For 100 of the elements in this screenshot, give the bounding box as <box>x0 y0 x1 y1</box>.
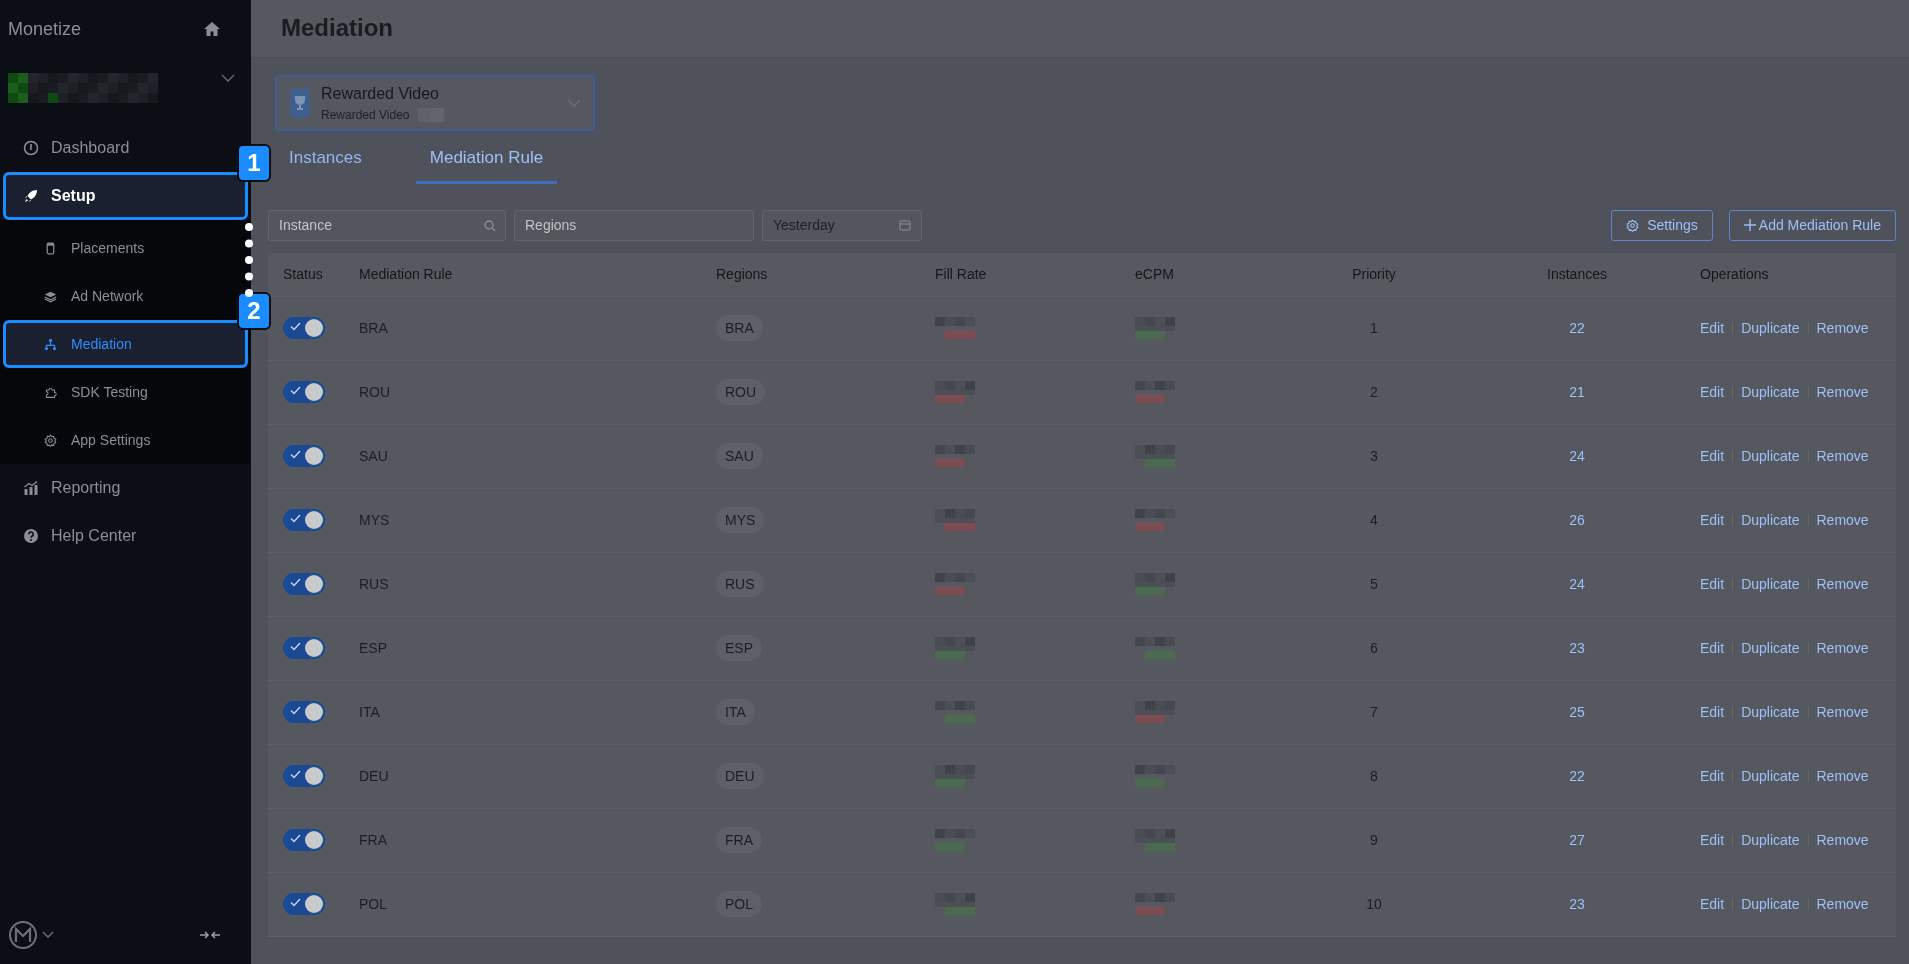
edit-link[interactable]: Edit <box>1700 765 1725 787</box>
edit-link[interactable]: Edit <box>1700 637 1725 659</box>
instances-link[interactable]: 22 <box>1569 319 1585 336</box>
sidebar-item[interactable]: Reporting <box>3 467 141 509</box>
remove-link[interactable]: Remove <box>1816 445 1869 467</box>
duplicate-link[interactable]: Duplicate <box>1741 573 1800 595</box>
region-tag: ITA <box>716 698 755 725</box>
toggle-switch[interactable] <box>283 893 325 915</box>
remove-link[interactable]: Remove <box>1816 765 1869 787</box>
sidebar-item[interactable]: Ad Network <box>3 275 164 317</box>
duplicate-link[interactable]: Duplicate <box>1741 445 1800 467</box>
plus-icon <box>1743 219 1756 231</box>
column-header: Mediation Rule <box>359 264 454 284</box>
instances-link[interactable]: 21 <box>1569 383 1585 400</box>
layers-icon <box>44 289 57 303</box>
duplicate-link[interactable]: Duplicate <box>1741 381 1800 403</box>
duplicate-link[interactable]: Duplicate <box>1741 765 1800 787</box>
tab[interactable]: Instances <box>275 139 376 184</box>
select-field[interactable]: Regions <box>514 209 754 241</box>
settings-button[interactable]: Settings <box>1611 209 1713 241</box>
duplicate-link[interactable]: Duplicate <box>1741 701 1800 723</box>
toggle-switch[interactable] <box>283 829 325 851</box>
home-icon[interactable] <box>203 20 221 38</box>
toggle-switch[interactable] <box>283 509 325 531</box>
check-icon <box>290 322 301 331</box>
collapse-icon[interactable] <box>199 929 221 941</box>
duplicate-link[interactable]: Duplicate <box>1741 893 1800 915</box>
column-header: Instances <box>1546 264 1608 284</box>
page-title: Mediation <box>281 14 393 43</box>
search-icon <box>484 219 496 232</box>
check-icon <box>290 578 301 587</box>
chevron-down-icon[interactable] <box>221 73 235 83</box>
edit-link[interactable]: Edit <box>1700 317 1725 339</box>
remove-link[interactable]: Remove <box>1816 893 1869 915</box>
hierarchy-icon <box>44 337 57 351</box>
add-rule-button[interactable]: Add Mediation Rule <box>1728 209 1896 241</box>
edit-link[interactable]: Edit <box>1700 829 1725 851</box>
callout-badge: 1 <box>237 144 271 182</box>
sidebar-item[interactable]: Help Center <box>3 515 157 557</box>
sidebar-item[interactable]: Mediation <box>3 320 248 368</box>
duplicate-link[interactable]: Duplicate <box>1741 637 1800 659</box>
sidebar-item[interactable]: Dashboard <box>3 127 150 169</box>
toggle-switch[interactable] <box>283 765 325 787</box>
instances-link[interactable]: 24 <box>1569 575 1585 592</box>
column-header: Fill Rate <box>935 264 988 284</box>
sidebar-item[interactable]: Placements <box>3 227 165 269</box>
toggle-switch[interactable] <box>283 701 325 723</box>
settings-icon <box>44 433 57 447</box>
edit-link[interactable]: Edit <box>1700 381 1725 403</box>
instances-link[interactable]: 23 <box>1569 639 1585 656</box>
toggle-switch[interactable] <box>283 381 325 403</box>
edit-link[interactable]: Edit <box>1700 445 1725 467</box>
instances-link[interactable]: 23 <box>1569 895 1585 912</box>
info-icon <box>23 140 39 156</box>
placement-subtitle: Rewarded Video <box>321 107 410 124</box>
table-cell-text: 8 <box>1369 766 1379 786</box>
table-cell-text: 1 <box>1369 318 1379 338</box>
region-tag: MYS <box>716 506 765 533</box>
puzzle-icon <box>44 385 57 399</box>
instances-link[interactable]: 24 <box>1569 447 1585 464</box>
remove-link[interactable]: Remove <box>1816 509 1869 531</box>
table-cell-text: SAU <box>359 446 389 466</box>
table-cell-text: DEU <box>359 766 390 786</box>
table-cell-text: 4 <box>1369 510 1379 530</box>
edit-link[interactable]: Edit <box>1700 893 1725 915</box>
duplicate-link[interactable]: Duplicate <box>1741 317 1800 339</box>
logo-icon[interactable] <box>8 920 38 950</box>
sidebar-item[interactable]: SDK Testing <box>3 371 168 413</box>
region-tag: FRA <box>716 826 762 853</box>
instances-link[interactable]: 22 <box>1569 767 1585 784</box>
toggle-switch[interactable] <box>283 317 325 339</box>
instances-link[interactable]: 26 <box>1569 511 1585 528</box>
instances-link[interactable]: 25 <box>1569 703 1585 720</box>
remove-link[interactable]: Remove <box>1816 317 1869 339</box>
remove-link[interactable]: Remove <box>1816 573 1869 595</box>
chart-icon <box>23 480 39 496</box>
search-field[interactable]: Instance <box>268 209 506 241</box>
settings-icon <box>1626 218 1640 232</box>
edit-link[interactable]: Edit <box>1700 701 1725 723</box>
remove-link[interactable]: Remove <box>1816 381 1869 403</box>
remove-link[interactable]: Remove <box>1816 829 1869 851</box>
edit-link[interactable]: Edit <box>1700 509 1725 531</box>
callout-badge: 2 <box>237 292 271 330</box>
toggle-switch[interactable] <box>283 445 325 467</box>
remove-link[interactable]: Remove <box>1816 637 1869 659</box>
phone-icon <box>44 241 57 255</box>
chevron-down-icon[interactable] <box>42 931 54 939</box>
remove-link[interactable]: Remove <box>1816 701 1869 723</box>
toggle-switch[interactable] <box>283 637 325 659</box>
placement-select[interactable]: Rewarded Video Rewarded Video <box>275 75 595 131</box>
sidebar-item[interactable]: Setup <box>3 172 248 220</box>
duplicate-link[interactable]: Duplicate <box>1741 509 1800 531</box>
edit-link[interactable]: Edit <box>1700 573 1725 595</box>
duplicate-link[interactable]: Duplicate <box>1741 829 1800 851</box>
column-header: Operations <box>1700 264 1770 284</box>
tab[interactable]: Mediation Rule <box>415 139 558 184</box>
instances-link[interactable]: 27 <box>1569 831 1585 848</box>
sidebar-item[interactable]: App Settings <box>3 419 171 461</box>
toggle-switch[interactable] <box>283 573 325 595</box>
table-cell-text: FRA <box>359 830 388 850</box>
